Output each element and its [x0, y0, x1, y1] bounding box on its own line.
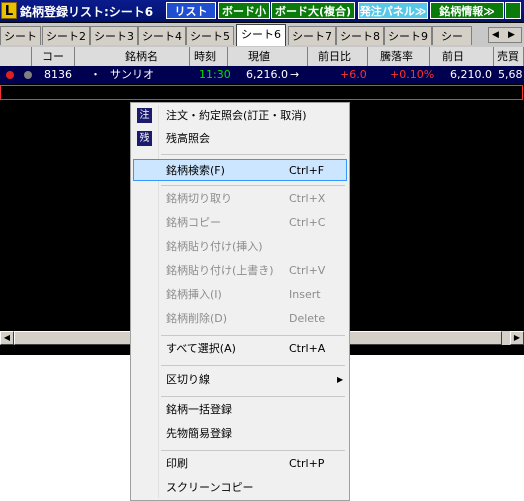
menu-item-shortcut: Ctrl+V: [289, 264, 326, 277]
row-name: サンリオ: [110, 68, 154, 81]
column-header-volume[interactable]: 売買: [494, 47, 524, 66]
row-volume: 5,68: [498, 68, 523, 81]
menu-separator: [161, 154, 345, 155]
menu-item-label: 銘柄貼り付け(挿入): [166, 240, 263, 253]
menu-item-label: 銘柄検索(F): [166, 164, 225, 177]
order-icon: 注: [137, 108, 152, 123]
tab-sheet-9[interactable]: シート9: [384, 26, 432, 45]
menu-item-shortcut: Ctrl+A: [289, 342, 326, 355]
menu-item-label: 銘柄コピー: [166, 216, 221, 229]
sheet-tab-bar: シート1 シート2 シート3 シート4 シート5 シート6 シート7 シート8 …: [0, 23, 524, 62]
column-header-prev[interactable]: 前日: [430, 47, 494, 66]
menu-item-futures-register[interactable]: 先物簡易登録: [133, 423, 347, 445]
menu-item-label: 残高照会: [166, 132, 210, 145]
tab-sheet-6[interactable]: シート6: [236, 24, 286, 46]
menu-item-label: 銘柄削除(D): [166, 312, 228, 325]
app-icon: L: [1, 2, 17, 19]
menu-separator: [161, 335, 345, 336]
row-price: 6,216.0: [246, 68, 288, 81]
menu-item-shortcut: Ctrl+X: [289, 192, 326, 205]
menu-item-label: 注文・約定照会(訂正・取消): [166, 109, 307, 122]
menu-item-stock-search[interactable]: 銘柄検索(F) Ctrl+F: [133, 159, 347, 181]
tab-sheet-10[interactable]: シー: [432, 26, 472, 45]
column-header-code[interactable]: コード: [32, 47, 75, 82]
column-header-change[interactable]: 前日比: [308, 47, 368, 66]
row-change-pct: +0.10%: [390, 68, 435, 81]
menu-item-label: 銘柄挿入(I): [166, 288, 222, 301]
tab-sheet-1[interactable]: シート1: [0, 26, 41, 62]
menu-item-paste-overwrite[interactable]: 銘柄貼り付け(上書き) Ctrl+V: [133, 260, 347, 282]
menu-item-insert[interactable]: 銘柄挿入(I) Insert: [133, 284, 347, 306]
column-header-name[interactable]: 銘柄名: [75, 47, 190, 66]
row-code: 8136: [44, 68, 72, 81]
context-menu: 注 注文・約定照会(訂正・取消) 残 残高照会 銘柄検索(F) Ctrl+F 銘…: [130, 102, 350, 501]
menu-item-shortcut: Delete: [289, 312, 326, 325]
stock-info-extra-button[interactable]: [505, 2, 521, 19]
tab-left-arrow-icon[interactable]: ◀: [492, 28, 499, 42]
balance-icon: 残: [137, 131, 152, 146]
menu-separator: [161, 365, 345, 366]
column-header-row: コード 銘柄名 時刻 現値 前日比 騰落率 前日 売買: [0, 47, 524, 82]
menu-item-shortcut: Ctrl+P: [289, 457, 325, 470]
scroll-left-icon[interactable]: ◀: [0, 331, 14, 345]
table-row[interactable]: 8136 ・ サンリオ 11:30 6,216.0 → +6.0 +0.10% …: [0, 66, 524, 84]
menu-item-screen-copy[interactable]: スクリーンコピー: [133, 477, 347, 499]
menu-separator: [161, 396, 345, 397]
menu-item-label: 区切り線: [166, 373, 210, 386]
menu-item-shortcut: Ctrl+F: [289, 164, 325, 177]
menu-item-label: 印刷: [166, 457, 188, 470]
board-big-button[interactable]: ボード大(複合): [271, 2, 355, 19]
list-button[interactable]: リスト: [166, 2, 216, 19]
trend-arrow-icon: →: [290, 68, 300, 81]
column-header-time[interactable]: 時刻: [190, 47, 228, 66]
menu-item-print[interactable]: 印刷 Ctrl+P: [133, 453, 347, 475]
menu-item-balance-inquiry[interactable]: 残 残高照会: [133, 128, 347, 150]
menu-item-label: 先物簡易登録: [166, 427, 232, 440]
title-bar: L 銘柄登録リスト:シート6 リスト ボード小 ボード大(複合) 発注パネル≫ …: [0, 0, 524, 22]
tab-right-arrow-icon[interactable]: ▶: [508, 28, 515, 42]
menu-item-label: すべて選択(A): [166, 342, 236, 355]
menu-item-bulk-register[interactable]: 銘柄一括登録: [133, 399, 347, 421]
row-dot: ・: [90, 68, 101, 81]
menu-item-shortcut: Ctrl+C: [289, 216, 326, 229]
column-header-mark: [0, 47, 32, 66]
menu-item-label: 銘柄貼り付け(上書き): [166, 264, 274, 277]
empty-selected-row[interactable]: [0, 85, 523, 100]
status-red-icon: [6, 71, 14, 79]
row-time: 11:30: [199, 68, 231, 81]
menu-item-delete[interactable]: 銘柄削除(D) Delete: [133, 308, 347, 330]
board-small-button[interactable]: ボード小: [218, 2, 270, 19]
tab-sheet-8[interactable]: シート8: [336, 26, 384, 45]
window-title: 銘柄登録リスト:シート6: [20, 5, 154, 19]
menu-item-label: 銘柄一括登録: [166, 403, 232, 416]
stock-info-button[interactable]: 銘柄情報≫: [430, 2, 504, 19]
column-header-change-pct[interactable]: 騰落率: [368, 47, 430, 66]
submenu-arrow-icon: ▶: [337, 375, 344, 384]
menu-item-label: スクリーンコピー: [166, 481, 254, 494]
menu-item-select-all[interactable]: すべて選択(A) Ctrl+A: [133, 338, 347, 360]
tab-sheet-4[interactable]: シート4: [138, 26, 186, 45]
menu-item-cut[interactable]: 銘柄切り取り Ctrl+X: [133, 188, 347, 210]
menu-item-shortcut: Insert: [289, 288, 321, 301]
menu-item-paste-insert[interactable]: 銘柄貼り付け(挿入): [133, 236, 347, 258]
order-panel-button[interactable]: 発注パネル≫: [358, 2, 428, 19]
menu-item-order-inquiry[interactable]: 注 注文・約定照会(訂正・取消): [133, 105, 347, 127]
menu-item-copy[interactable]: 銘柄コピー Ctrl+C: [133, 212, 347, 234]
menu-separator: [161, 185, 345, 186]
tab-sheet-2[interactable]: シート2: [42, 26, 90, 45]
tab-sheet-3[interactable]: シート3: [90, 26, 138, 45]
menu-item-divider-line[interactable]: 区切り線 ▶: [133, 369, 347, 391]
tab-scroll-arrows[interactable]: ◀ ▶: [488, 27, 522, 43]
status-gray-icon: [24, 71, 32, 79]
row-prev: 6,210.0: [450, 68, 492, 81]
tab-sheet-7[interactable]: シート7: [288, 26, 336, 45]
scroll-right-icon[interactable]: ▶: [510, 331, 524, 345]
column-header-price[interactable]: 現値: [228, 47, 308, 66]
row-change: +6.0: [340, 68, 367, 81]
menu-item-label: 銘柄切り取り: [166, 192, 232, 205]
tab-sheet-5[interactable]: シート5: [186, 26, 234, 45]
menu-separator: [161, 450, 345, 451]
